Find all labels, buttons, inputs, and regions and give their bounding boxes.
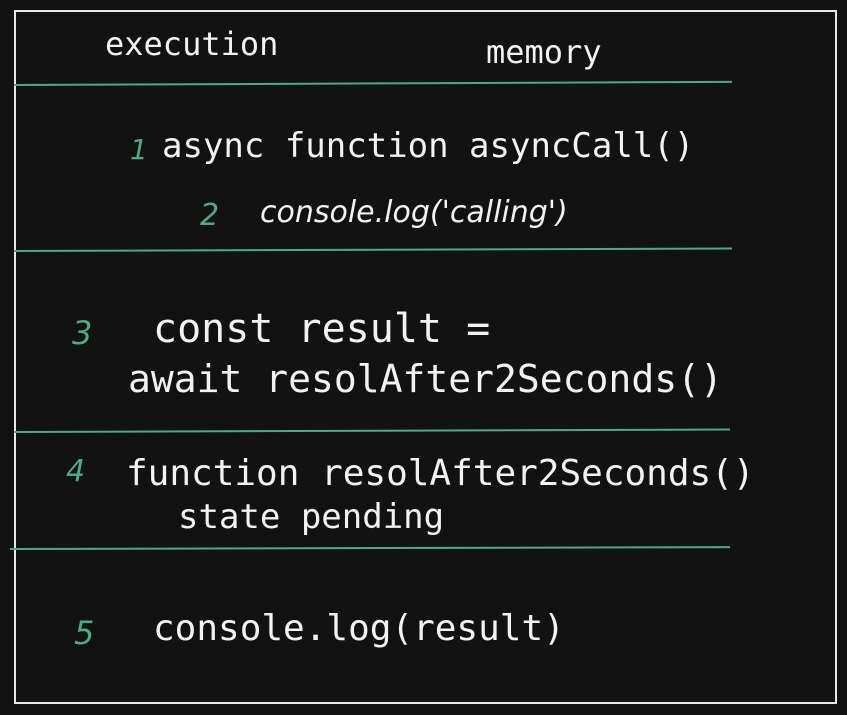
step-number-1: 1 (130, 133, 148, 166)
execution-header: execution (105, 25, 279, 63)
step-number-5: 5 (74, 614, 95, 652)
step-4-line-2: state pending (178, 497, 445, 537)
step-3-line-1: const result = (153, 306, 491, 352)
memory-header: memory (486, 33, 602, 71)
step-1-text: async function asyncCall() (162, 126, 695, 166)
step-2-text: console.log('calling') (260, 195, 568, 230)
step-4-line-1: function resolAfter2Seconds() (126, 453, 755, 494)
step-5-text: console.log(result) (153, 608, 565, 649)
step-3-line-2: await resolAfter2Seconds() (128, 357, 723, 401)
step-number-2: 2 (200, 198, 220, 233)
step-number-3: 3 (72, 314, 93, 352)
step-number-4: 4 (66, 454, 86, 489)
